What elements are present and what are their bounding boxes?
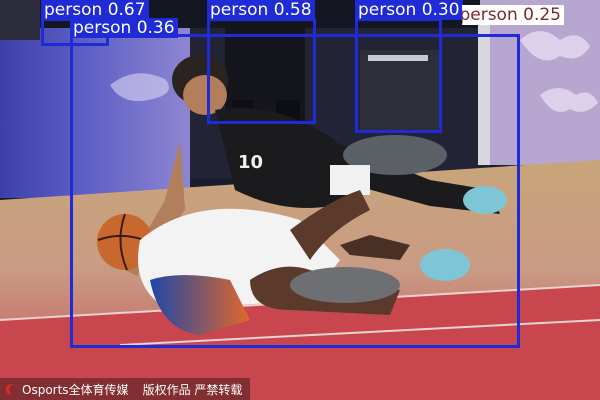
detection-class: person — [358, 0, 417, 20]
detection-label-person-036: person 0.36 — [70, 18, 178, 38]
detection-class: person — [44, 0, 103, 20]
detection-score: 0.30 — [421, 0, 460, 20]
detection-score: 0.67 — [107, 0, 146, 20]
watermark-rights: 版权作品 严禁转载 — [142, 382, 243, 397]
detection-label-person-030: person 0.30 — [355, 0, 463, 20]
detection-box-person-030 — [355, 18, 442, 133]
detection-class: person — [210, 0, 269, 20]
detection-label-person-058: person 0.58 — [207, 0, 315, 20]
detection-class: person — [73, 18, 132, 38]
detection-score: 0.36 — [136, 18, 175, 38]
watermark-brand: Osports全体育传媒 — [22, 382, 129, 397]
watermark: Osports全体育传媒 版权作品 严禁转载 — [0, 378, 251, 400]
detection-class: person — [462, 5, 518, 25]
detection-label-person-067: person 0.67 — [41, 0, 149, 20]
detection-label-person-025: person 0.25 — [462, 5, 564, 25]
detection-score: 0.25 — [523, 5, 561, 25]
detection-box-person-058 — [207, 18, 316, 124]
detection-score: 0.58 — [273, 0, 312, 20]
detection-view: 10 person 0.67 person 0.36 person 0.58 p… — [0, 0, 600, 400]
osports-logo-icon — [6, 383, 15, 395]
